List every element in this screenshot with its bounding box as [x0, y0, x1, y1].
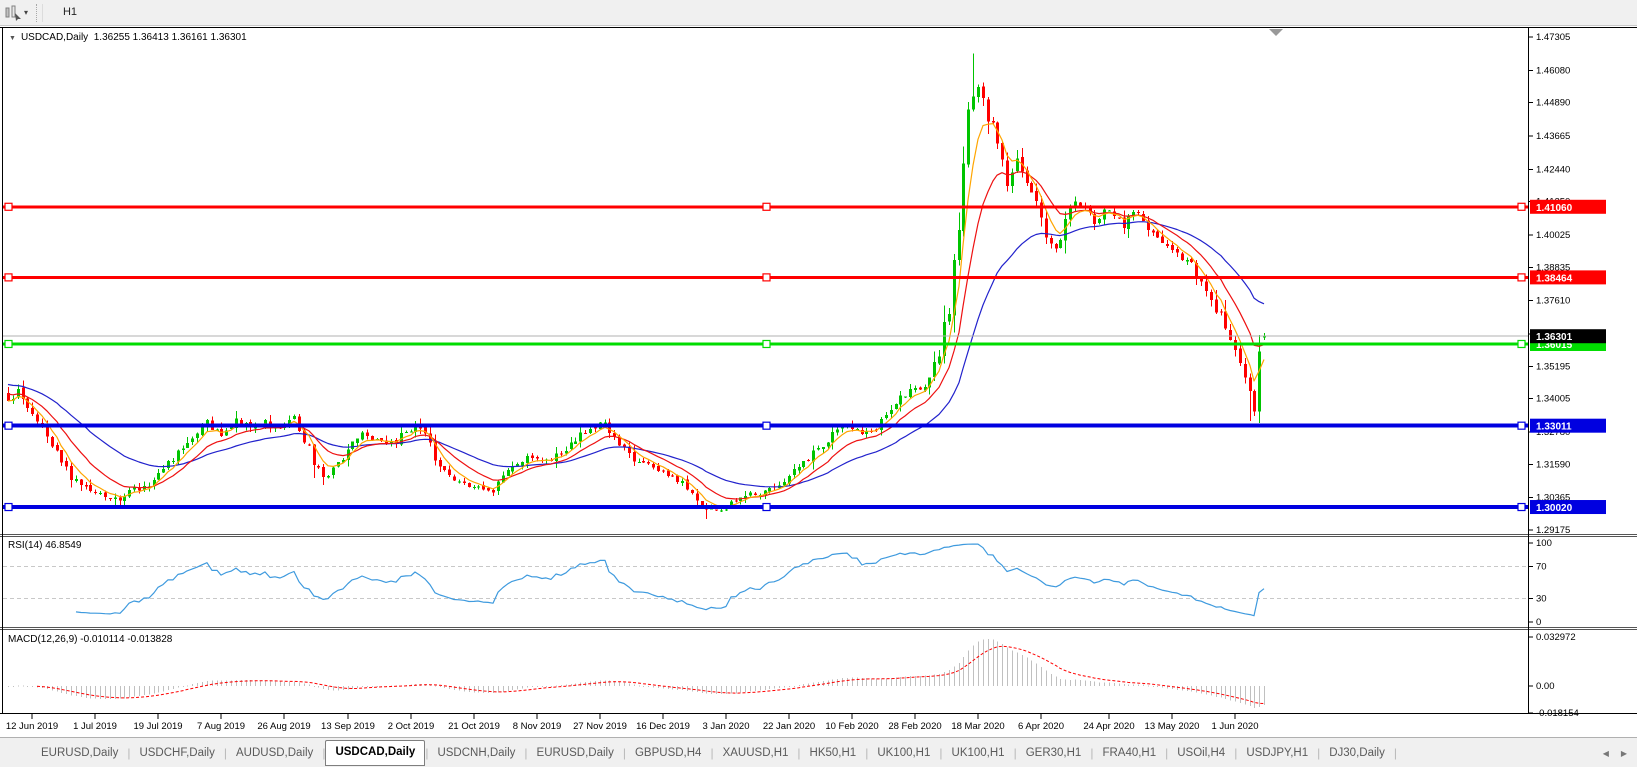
chart-tab-XAUUSD-H1[interactable]: XAUUSD,H1: [714, 741, 798, 765]
hline-handle: [1517, 273, 1526, 282]
svg-text:30: 30: [1536, 593, 1547, 604]
chart-tab-HK50-H1[interactable]: HK50,H1: [801, 741, 866, 765]
svg-text:1.30020: 1.30020: [1536, 503, 1573, 514]
macd-indicator-label: MACD(12,26,9) -0.010114 -0.013828: [8, 634, 173, 645]
svg-text:28 Feb 2020: 28 Feb 2020: [888, 721, 941, 732]
svg-text:100: 100: [1536, 538, 1552, 549]
hline-handle: [762, 339, 771, 349]
svg-text:1.35195: 1.35195: [1536, 361, 1570, 372]
hline-handle: [762, 273, 771, 282]
hline-handle: [4, 339, 13, 349]
svg-text:2 Oct 2019: 2 Oct 2019: [388, 721, 434, 732]
svg-text:27 Nov 2019: 27 Nov 2019: [573, 721, 627, 732]
svg-text:6 Apr 2020: 6 Apr 2020: [1018, 721, 1064, 732]
svg-text:1.33011: 1.33011: [1536, 422, 1572, 433]
chart-area: 1.473051.460801.448901.436651.424401.412…: [0, 26, 1637, 737]
chart-tab-AUDUSD-Daily[interactable]: AUDUSD,Daily: [227, 741, 322, 765]
tabs-scroll-right-icon[interactable]: ▶: [1621, 749, 1627, 758]
chart-tab-GBPUSD-H4[interactable]: GBPUSD,H4: [626, 741, 710, 765]
svg-text:1.29175: 1.29175: [1536, 525, 1570, 536]
chart-tab-USDCHF-Daily[interactable]: USDCHF,Daily: [130, 741, 223, 765]
chart-tabs-bar: EURUSD,Daily | USDCHF,Daily | AUDUSD,Daily | U…: [0, 737, 1637, 767]
svg-text:1.34005: 1.34005: [1536, 394, 1570, 405]
svg-text:1.47305: 1.47305: [1536, 32, 1570, 43]
chart-tab-USDJPY-H1[interactable]: USDJPY,H1: [1237, 741, 1317, 765]
hline-handle: [1517, 421, 1526, 430]
hline-handle: [4, 421, 13, 430]
svg-text:1.40025: 1.40025: [1536, 230, 1570, 241]
svg-text:19 Jul 2019: 19 Jul 2019: [133, 721, 182, 732]
svg-text:1.41060: 1.41060: [1536, 203, 1573, 214]
svg-text:-0.018154: -0.018154: [1536, 708, 1579, 719]
svg-text:1 Jun 2020: 1 Jun 2020: [1211, 721, 1258, 732]
hline-handle: [4, 502, 13, 512]
symbol-label: USDCAD,Daily: [20, 32, 89, 43]
svg-text:7 Aug 2019: 7 Aug 2019: [197, 721, 245, 732]
svg-text:18 Mar 2020: 18 Mar 2020: [951, 721, 1004, 732]
svg-text:1.44890: 1.44890: [1536, 98, 1570, 109]
chart-tab-GER30-H1[interactable]: GER30,H1: [1017, 741, 1091, 765]
timeframe-button-H1[interactable]: H1: [50, 2, 90, 23]
chart-tab-EURUSD-Daily[interactable]: EURUSD,Daily: [528, 741, 623, 765]
svg-text:26 Aug 2019: 26 Aug 2019: [257, 721, 310, 732]
mt4-window: ▾ M1M5M15M30H1H4D1W1MN 1.47305 1.46080 1.4…: [0, 0, 1637, 767]
dropdown-caret-icon[interactable]: ▾: [24, 8, 28, 17]
svg-text:10 Feb 2020: 10 Feb 2020: [825, 721, 878, 732]
svg-text:0: 0: [1536, 617, 1541, 628]
chart-tab-FRA40-H1[interactable]: FRA40,H1: [1093, 741, 1165, 765]
chart-tab-USDCAD-Daily[interactable]: USDCAD,Daily: [325, 739, 426, 766]
ohlc-values: 1.36255 1.36413 1.36161 1.36301: [93, 32, 247, 43]
svg-text:24 Apr 2020: 24 Apr 2020: [1083, 721, 1134, 732]
tab-separator: |: [1393, 745, 1397, 760]
chart-tab-USOil-H4[interactable]: USOil,H4: [1168, 741, 1234, 765]
svg-text:13 May 2020: 13 May 2020: [1145, 721, 1200, 732]
tabs-scroll-left-icon[interactable]: ◀: [1603, 749, 1609, 758]
hline-handle: [4, 273, 13, 282]
hline-handle: [762, 502, 771, 512]
hline-handle: [1517, 502, 1526, 512]
svg-text:70: 70: [1536, 562, 1547, 573]
svg-text:1.43665: 1.43665: [1536, 131, 1570, 142]
hline-handle: [762, 421, 771, 430]
price-chart[interactable]: 1.473051.460801.448901.436651.424401.412…: [0, 26, 1637, 737]
chart-tab-UK100-H1[interactable]: UK100,H1: [943, 741, 1014, 765]
svg-text:0.032972: 0.032972: [1536, 632, 1576, 643]
toolbar: ▾ M1M5M15M30H1H4D1W1MN: [0, 0, 1637, 102]
svg-text:16 Dec 2019: 16 Dec 2019: [636, 721, 690, 732]
svg-text:3 Jan 2020: 3 Jan 2020: [702, 721, 749, 732]
svg-text:1.38464: 1.38464: [1536, 273, 1573, 284]
cursor-tool-icon[interactable]: [2, 4, 24, 22]
hline-handle: [4, 202, 13, 211]
collapse-ohlc-icon[interactable]: ▼: [9, 35, 16, 42]
svg-text:13 Sep 2019: 13 Sep 2019: [321, 721, 375, 732]
chart-tab-USDCNH-Daily[interactable]: USDCNH,Daily: [428, 741, 524, 765]
svg-text:0.00: 0.00: [1536, 681, 1555, 692]
svg-text:1.37610: 1.37610: [1536, 296, 1570, 307]
chart-tab-DJ30-Daily[interactable]: DJ30,Daily: [1320, 741, 1394, 765]
svg-text:1.36301: 1.36301: [1536, 332, 1573, 343]
svg-text:22 Jan 2020: 22 Jan 2020: [763, 721, 815, 732]
tabs-scroll-arrows: ◀ ▶: [1603, 738, 1627, 767]
svg-text:21 Oct 2019: 21 Oct 2019: [448, 721, 500, 732]
chart-tab-EURUSD-Daily[interactable]: EURUSD,Daily: [32, 741, 127, 765]
svg-text:1.31590: 1.31590: [1536, 459, 1570, 470]
svg-text:1.42440: 1.42440: [1536, 164, 1570, 175]
toolbar-separator: [36, 3, 44, 22]
svg-text:1 Jul 2019: 1 Jul 2019: [73, 721, 117, 732]
ohlc-info-line: ▼ USDCAD,Daily 1.36255 1.36413 1.36161 1.…: [9, 32, 247, 43]
hline-handle: [1517, 339, 1526, 349]
chart-tabs: EURUSD,Daily | USDCHF,Daily | AUDUSD,Daily | U…: [32, 739, 1397, 766]
chart-tab-UK100-H1[interactable]: UK100,H1: [868, 741, 939, 765]
rsi-indicator-label: RSI(14) 46.8549: [8, 540, 82, 551]
svg-text:12 Jun 2019: 12 Jun 2019: [6, 721, 58, 732]
svg-text:1.46080: 1.46080: [1536, 65, 1570, 76]
svg-text:8 Nov 2019: 8 Nov 2019: [513, 721, 562, 732]
hline-handle: [1517, 202, 1526, 211]
hline-handle: [762, 202, 771, 211]
